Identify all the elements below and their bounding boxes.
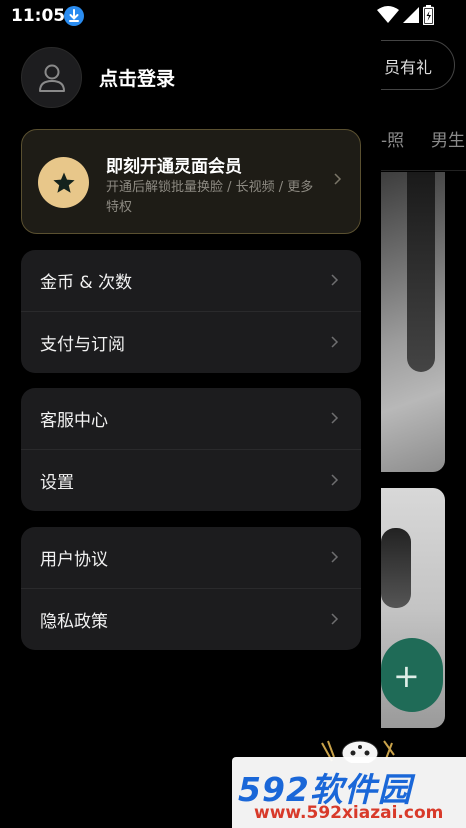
plus-icon: + — [393, 657, 420, 695]
login-label[interactable]: 点击登录 — [99, 64, 175, 91]
chevron-right-icon — [334, 173, 342, 185]
menu-group-account: 金币 & 次数 支付与订阅 — [21, 250, 361, 373]
background-app: 员有礼 -照 男生 + — [381, 0, 466, 828]
status-time: 11:05 — [11, 6, 66, 26]
user-icon — [38, 64, 65, 92]
promo-pill[interactable]: 员有礼 — [381, 40, 455, 90]
tab-male[interactable]: 男生 — [431, 126, 465, 151]
watermark: 592软件园 www.592xiazai.com — [232, 757, 466, 828]
menu-item-label: 隐私政策 — [40, 611, 108, 632]
menu-item-label: 支付与订阅 — [40, 334, 125, 355]
menu-group-legal: 用户协议 隐私政策 — [21, 527, 361, 650]
menu-item-payment[interactable]: 支付与订阅 — [21, 311, 361, 372]
chevron-right-icon — [331, 551, 339, 563]
status-bar: 11:05 — [0, 0, 466, 32]
menu-item-label: 设置 — [40, 472, 74, 493]
chevron-right-icon — [331, 613, 339, 625]
tab-photo[interactable]: -照 — [381, 126, 404, 151]
menu-item-user-agreement[interactable]: 用户协议 — [21, 527, 361, 588]
menu-item-label: 金币 & 次数 — [40, 273, 133, 293]
menu-item-coins[interactable]: 金币 & 次数 — [21, 250, 361, 311]
chevron-right-icon — [331, 474, 339, 486]
vip-badge — [38, 157, 89, 208]
menu-item-customer-service[interactable]: 客服中心 — [21, 388, 361, 449]
template-card-image[interactable] — [381, 172, 445, 472]
chevron-right-icon — [331, 412, 339, 424]
watermark-url: www.592xiazai.com — [254, 803, 444, 823]
avatar[interactable] — [21, 47, 82, 108]
tab-divider — [381, 170, 466, 171]
menu-item-settings[interactable]: 设置 — [21, 449, 361, 510]
battery-icon — [423, 5, 434, 25]
menu-group-support: 客服中心 设置 — [21, 388, 361, 511]
menu-item-label: 客服中心 — [40, 411, 108, 431]
vip-title: 即刻开通灵面会员 — [106, 157, 242, 177]
chevron-right-icon — [331, 336, 339, 348]
add-fab-button[interactable]: + — [381, 638, 443, 712]
wifi-icon — [377, 6, 399, 23]
menu-item-privacy-policy[interactable]: 隐私政策 — [21, 588, 361, 649]
signal-icon — [403, 7, 419, 23]
vip-description: 开通后解锁批量换脸 / 长视频 / 更多特权 — [106, 180, 314, 215]
star-icon — [52, 172, 75, 193]
menu-item-label: 用户协议 — [40, 550, 108, 570]
vip-card[interactable]: 即刻开通灵面会员 开通后解锁批量换脸 / 长视频 / 更多特权 — [21, 129, 361, 234]
promo-text: 员有礼 — [384, 58, 433, 77]
side-drawer: 点击登录 即刻开通灵面会员 开通后解锁批量换脸 / 长视频 / 更多特权 金币 … — [0, 0, 381, 828]
download-icon — [64, 6, 84, 26]
profile-row[interactable]: 点击登录 — [21, 47, 175, 108]
chevron-right-icon — [331, 274, 339, 286]
